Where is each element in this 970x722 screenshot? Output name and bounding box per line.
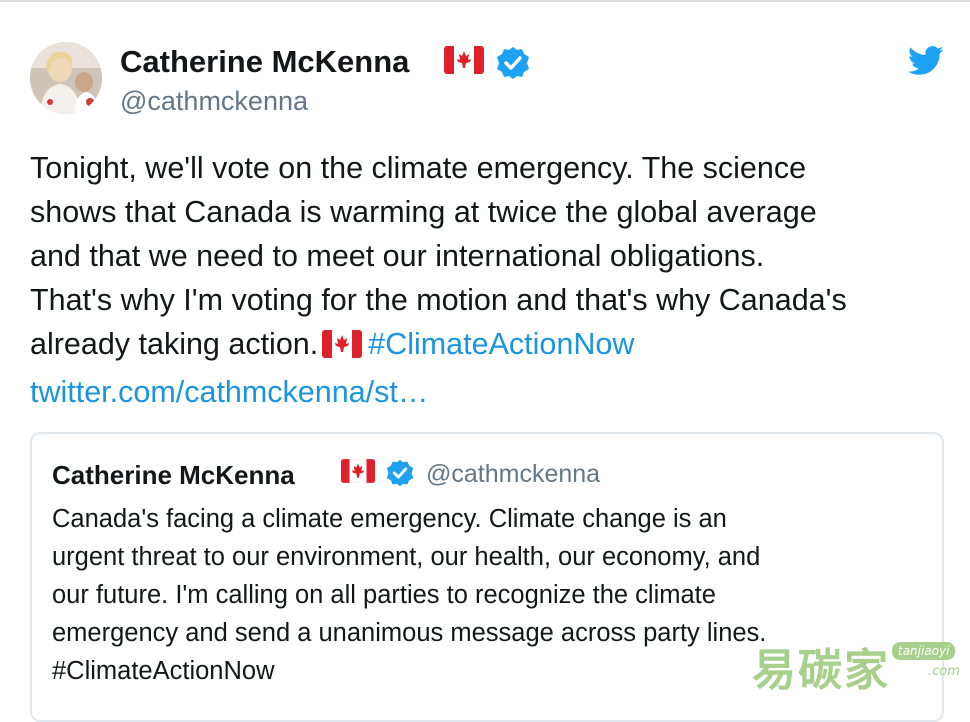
hashtag-link[interactable]: #ClimateActionNow (368, 327, 634, 361)
canada-flag-icon (322, 326, 363, 370)
tweet-text: Tonight, we'll vote on the climate emerg… (30, 146, 950, 414)
tweet-card: Catherine McKenna @cathmckenna Tonight, … (0, 0, 970, 722)
author-handle[interactable]: @cathmckenna (120, 86, 308, 117)
tweet-link-line: twitter.com/cathmckenna/st… (30, 370, 950, 414)
verified-badge-icon (386, 459, 414, 492)
quoted-text-line: our future. I'm calling on all parties t… (52, 581, 716, 609)
watermark-logo: 易碳家 tanjiaoyi .com (752, 628, 964, 696)
verified-badge-icon (496, 46, 530, 85)
avatar-photo (30, 42, 102, 114)
tweet-text-line: shows that Canada is warming at twice th… (30, 195, 817, 229)
tweet-text-line: and that we need to meet our internation… (30, 239, 765, 273)
watermark-cn-text: 易碳家 (752, 645, 890, 696)
twitter-bird-icon[interactable] (908, 46, 944, 81)
tweet-text-fragment: already taking action. (30, 327, 319, 361)
author-name[interactable]: Catherine McKenna (120, 44, 409, 80)
quoted-author-handle: @cathmckenna (426, 460, 601, 488)
tweet-url-link[interactable]: twitter.com/cathmckenna/st… (30, 375, 428, 409)
quoted-author-name: Catherine McKenna (52, 460, 295, 490)
canada-flag-icon (341, 459, 375, 488)
tweet-text-line: That's why I'm voting for the motion and… (30, 283, 847, 317)
quoted-text-line: urgent threat to our environment, our he… (52, 543, 761, 571)
quoted-text-line: Canada's facing a climate emergency. Cli… (52, 505, 727, 533)
avatar[interactable] (30, 42, 102, 114)
tweet-text-line-last: already taking action. #ClimateActionNow (30, 322, 950, 370)
tweet-text-line: Tonight, we'll vote on the climate emerg… (30, 151, 807, 185)
watermark-en-text: tanjiaoyi (892, 642, 956, 660)
watermark-domain-text: .com (928, 664, 960, 679)
canada-flag-icon (444, 46, 484, 79)
